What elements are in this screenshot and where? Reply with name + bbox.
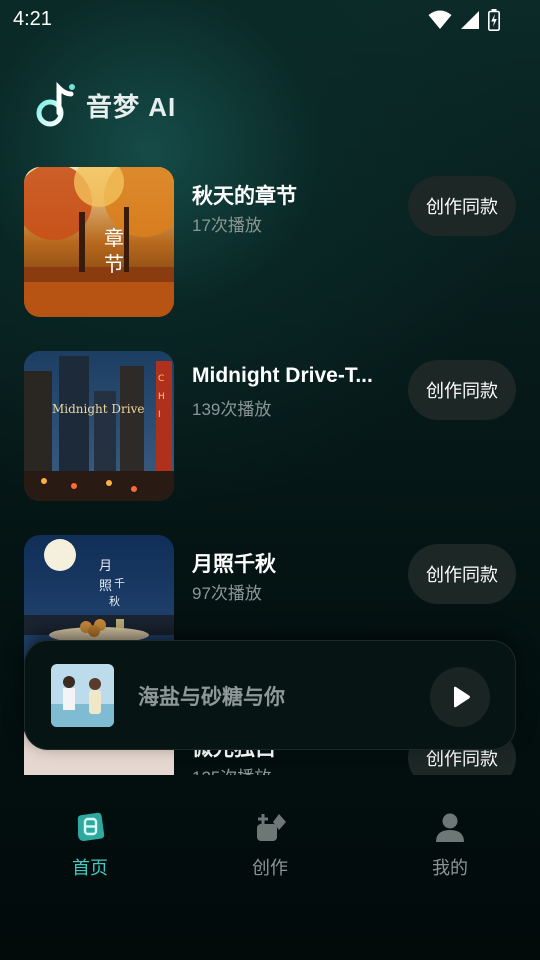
nav-label-profile: 我的 bbox=[432, 858, 468, 878]
app-brand: 音梦 AI bbox=[36, 82, 176, 128]
nav-create[interactable]: 创作 bbox=[210, 810, 330, 880]
cover-title-text: 月 bbox=[99, 559, 112, 574]
cover-sign-text-3: I bbox=[158, 410, 161, 420]
cover-sign-text: C bbox=[158, 374, 164, 384]
status-time: 4:21 bbox=[13, 8, 52, 30]
now-playing-bar[interactable]: 海盐与砂糖与你 bbox=[24, 640, 516, 750]
create-same-button[interactable]: 创作同款 bbox=[408, 544, 516, 604]
song-row[interactable]: C H I Midnight Drive Midnight Drive-T...… bbox=[0, 334, 540, 501]
cover-title-text-4: 秋 bbox=[109, 594, 120, 608]
bottom-navigation: 首页 创作 我的 bbox=[0, 790, 540, 890]
song-cover[interactable]: 章 节 bbox=[24, 167, 174, 317]
battery-icon bbox=[488, 9, 500, 31]
play-button[interactable] bbox=[430, 667, 490, 727]
music-note-icon bbox=[36, 82, 75, 127]
create-icon bbox=[257, 814, 286, 841]
song-title[interactable]: 月照千秋 bbox=[192, 548, 387, 578]
profile-icon bbox=[436, 813, 464, 842]
song-title[interactable]: Midnight Drive-T... bbox=[192, 364, 387, 388]
nav-home[interactable]: 首页 bbox=[30, 810, 150, 880]
cover-title-text: 章 bbox=[104, 226, 124, 250]
cover-sign-text-2: H bbox=[158, 392, 165, 402]
create-same-button[interactable]: 创作同款 bbox=[408, 360, 516, 420]
song-play-count: 139次播放 bbox=[192, 400, 272, 419]
now-playing-title[interactable]: 海盐与砂糖与你 bbox=[138, 681, 285, 711]
play-icon bbox=[454, 686, 470, 708]
status-icons bbox=[428, 9, 500, 31]
autumn-cover-art: 章 节 bbox=[24, 167, 174, 317]
status-bar: 4:21 bbox=[0, 0, 540, 38]
cover-title-text-2: 照 bbox=[99, 579, 112, 594]
song-play-count: 125次播放 bbox=[192, 763, 271, 775]
city-night-cover-art: C H I Midnight Drive bbox=[24, 351, 174, 501]
cover-title-text-2: 节 bbox=[104, 252, 124, 276]
signal-icon bbox=[461, 11, 479, 29]
cover-title-text: Midnight Drive bbox=[52, 402, 145, 416]
create-same-button[interactable]: 创作同款 bbox=[408, 176, 516, 236]
song-row[interactable]: 章 节 秋天的章节 17次播放 创作同款 bbox=[0, 150, 540, 317]
home-icon bbox=[77, 812, 105, 841]
song-title[interactable]: 秋天的章节 bbox=[192, 180, 387, 210]
brand-name: 音梦 AI bbox=[86, 91, 177, 122]
nav-profile[interactable]: 我的 bbox=[390, 810, 510, 880]
nav-label-create: 创作 bbox=[252, 858, 288, 878]
wifi-icon bbox=[428, 10, 452, 29]
cover-title-text-3: 千 bbox=[114, 577, 125, 590]
song-play-count: 17次播放 bbox=[192, 216, 262, 235]
song-cover[interactable]: C H I Midnight Drive bbox=[24, 351, 174, 501]
song-play-count: 97次播放 bbox=[192, 584, 262, 603]
couple-cover-art bbox=[51, 664, 114, 727]
nav-label-home: 首页 bbox=[72, 858, 108, 878]
now-playing-cover[interactable] bbox=[51, 664, 114, 727]
